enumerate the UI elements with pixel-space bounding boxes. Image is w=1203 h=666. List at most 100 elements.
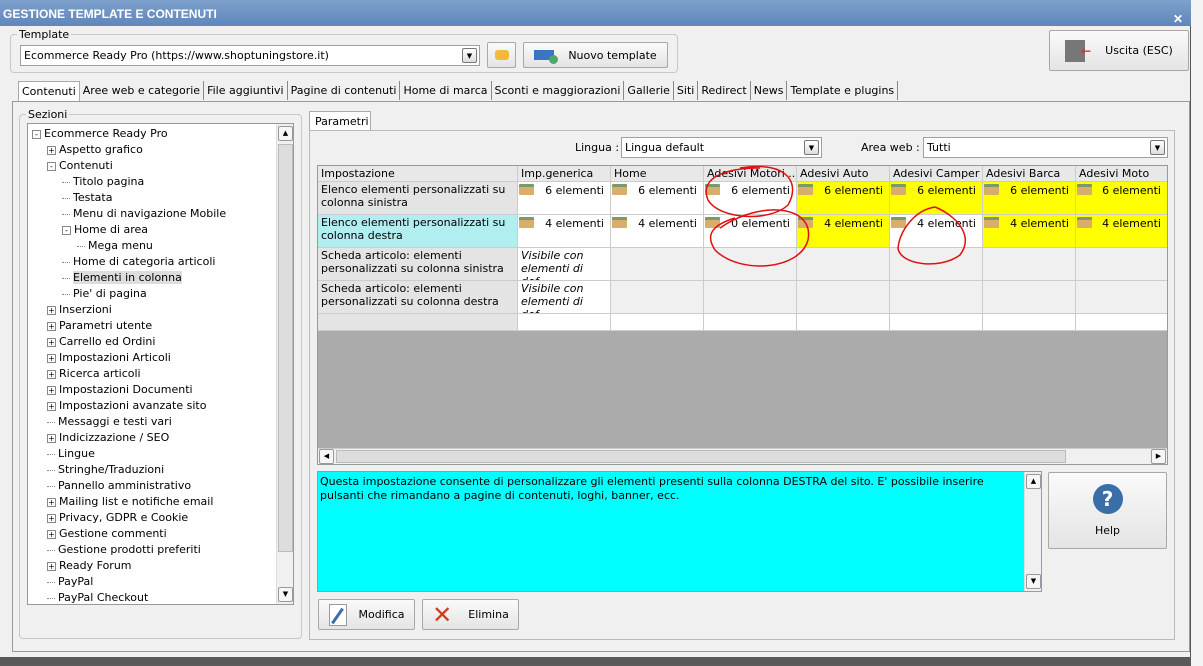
expand-icon[interactable]: + [47, 353, 56, 363]
grid-hscrollbar[interactable]: ◀ ▶ [318, 448, 1167, 464]
tree-item[interactable]: Gestione prodotti preferiti [47, 542, 201, 558]
grid-cell[interactable] [1076, 281, 1167, 314]
elimina-button[interactable]: ✕ Elimina [422, 599, 519, 630]
tree-item[interactable]: + Carrello ed Ordini [47, 334, 155, 350]
grid-cell[interactable]: 6 elementi [890, 182, 983, 215]
tree-item[interactable]: + Parametri utente [47, 318, 152, 334]
close-icon[interactable]: ✕ [1173, 5, 1183, 33]
tree-item[interactable]: Home di categoria articoli [62, 254, 215, 270]
grid-cell[interactable] [890, 248, 983, 281]
tab-siti[interactable]: Siti [673, 81, 699, 100]
column-header[interactable]: Home [611, 166, 704, 182]
tree-item[interactable]: + Ricerca articoli [47, 366, 141, 382]
tree-item[interactable]: PayPal Checkout [47, 590, 148, 604]
template-select[interactable]: Ecommerce Ready Pro (https://www.shoptun… [20, 45, 480, 66]
grid-cell[interactable] [704, 281, 797, 314]
tree-item[interactable]: Messaggi e testi vari [47, 414, 172, 430]
grid-cell[interactable]: 4 elementi [1076, 215, 1167, 248]
tree-item[interactable]: - Ecommerce Ready Pro [32, 126, 168, 142]
description-box[interactable]: Questa impostazione consente di personal… [317, 471, 1042, 592]
grid-cell[interactable]: 4 elementi [890, 215, 983, 248]
folder-icon[interactable] [705, 184, 720, 195]
folder-icon[interactable] [891, 217, 906, 228]
description-scrollbar[interactable]: ▲ ▼ [1024, 472, 1041, 591]
tree-item[interactable]: + Indicizzazione / SEO [47, 430, 169, 446]
exit-button[interactable]: ← Uscita (ESC) [1049, 30, 1189, 71]
tree-item[interactable]: + Impostazioni avanzate sito [47, 398, 206, 414]
folder-icon[interactable] [612, 217, 627, 228]
tab-template-e-plugins[interactable]: Template e plugins [787, 81, 899, 100]
expand-icon[interactable]: + [47, 497, 56, 507]
row-header[interactable]: Scheda articolo: elementi personalizzati… [318, 248, 518, 281]
folder-icon[interactable] [891, 184, 906, 195]
tab-redirect[interactable]: Redirect [698, 81, 751, 100]
grid-cell[interactable]: 6 elementi [983, 182, 1076, 215]
scroll-down-icon[interactable]: ▼ [278, 587, 293, 602]
row-header[interactable]: Elenco elementi personalizzati su colonn… [318, 215, 518, 248]
new-row-cell[interactable] [797, 314, 890, 331]
lingua-select[interactable]: Lingua default ▼ [621, 137, 822, 158]
expand-icon[interactable]: + [47, 337, 56, 347]
tree-item[interactable]: Pannello amministrativo [47, 478, 191, 494]
tree-item[interactable]: + Mailing list e notifiche email [47, 494, 213, 510]
grid-cell[interactable]: 0 elementi [704, 215, 797, 248]
new-template-button[interactable]: Nuovo template [523, 42, 668, 68]
new-row-header[interactable] [318, 314, 518, 331]
tree-item[interactable]: + Gestione commenti [47, 526, 167, 542]
sections-tree[interactable]: - Ecommerce Ready Pro + Aspetto grafico - Con… [27, 123, 294, 605]
expand-icon[interactable]: + [47, 369, 56, 379]
grid-cell[interactable] [611, 248, 704, 281]
column-header[interactable]: Adesivi Camper [890, 166, 983, 182]
tab-news[interactable]: News [750, 81, 788, 100]
grid-cell[interactable] [704, 248, 797, 281]
grid-cell[interactable]: Visibile con elementi di def... [518, 281, 611, 314]
tree-item[interactable]: PayPal [47, 574, 93, 590]
modifica-button[interactable]: Modifica [318, 599, 415, 630]
column-header[interactable]: Adesivi Auto [797, 166, 890, 182]
column-header[interactable]: Imp.generica [518, 166, 611, 182]
scroll-up-icon[interactable]: ▲ [278, 126, 293, 141]
tree-item[interactable]: Menu di navigazione Mobile [62, 206, 226, 222]
scroll-left-icon[interactable]: ◀ [319, 449, 334, 464]
help-button[interactable]: ? Help [1048, 472, 1167, 549]
tree-item[interactable]: Lingue [47, 446, 95, 462]
folder-icon[interactable] [798, 217, 813, 228]
collapse-icon[interactable]: - [47, 161, 56, 171]
grid-cell[interactable]: 6 elementi [611, 182, 704, 215]
grid-cell[interactable] [1076, 248, 1167, 281]
scroll-right-icon[interactable]: ▶ [1151, 449, 1166, 464]
scroll-up-icon[interactable]: ▲ [1026, 474, 1041, 489]
tree-item[interactable]: + Aspetto grafico [47, 142, 143, 158]
expand-icon[interactable]: + [47, 529, 56, 539]
tree-item[interactable]: - Home di area [62, 222, 148, 238]
column-header[interactable]: Adesivi Barca [983, 166, 1076, 182]
folder-icon[interactable] [984, 217, 999, 228]
collapse-icon[interactable]: - [32, 129, 41, 139]
grid-cell[interactable]: 6 elementi [704, 182, 797, 215]
new-row-cell[interactable] [983, 314, 1076, 331]
folder-icon[interactable] [984, 184, 999, 195]
collapse-icon[interactable]: - [62, 225, 71, 235]
tab-aree-web-e-categorie[interactable]: Aree web e categorie [79, 81, 205, 100]
grid-cell[interactable] [797, 248, 890, 281]
expand-icon[interactable]: + [47, 513, 56, 523]
row-header[interactable]: Elenco elementi personalizzati su colonn… [318, 182, 518, 215]
folder-icon[interactable] [705, 217, 720, 228]
tree-item[interactable]: Pie' di pagina [62, 286, 147, 302]
open-folder-button[interactable] [487, 42, 516, 68]
new-row-cell[interactable] [611, 314, 704, 331]
grid-cell[interactable]: 6 elementi [1076, 182, 1167, 215]
tree-item[interactable]: Testata [62, 190, 112, 206]
row-header[interactable]: Scheda articolo: elementi personalizzati… [318, 281, 518, 314]
grid-cell[interactable] [983, 281, 1076, 314]
tree-item[interactable]: + Inserzioni [47, 302, 112, 318]
tree-item[interactable]: + Impostazioni Articoli [47, 350, 171, 366]
tab-contenuti[interactable]: Contenuti [18, 81, 80, 101]
area-web-select[interactable]: Tutti ▼ [923, 137, 1168, 158]
expand-icon[interactable]: + [47, 145, 56, 155]
settings-grid[interactable]: ◀ ▶ Impostazione Imp.generica Home Adesivi … [317, 165, 1168, 465]
scroll-thumb[interactable] [336, 450, 1066, 463]
tab-sconti-e-maggiorazioni[interactable]: Sconti e maggiorazioni [491, 81, 625, 100]
tab-parametri[interactable]: Parametri [309, 111, 371, 131]
tree-item[interactable]: + Privacy, GDPR e Cookie [47, 510, 188, 526]
